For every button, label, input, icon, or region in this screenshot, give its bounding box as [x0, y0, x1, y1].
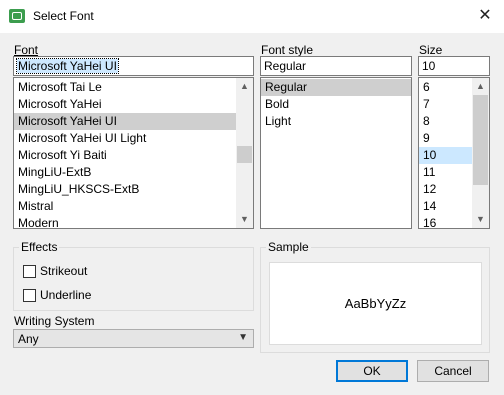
writing-system-value: Any: [18, 332, 39, 346]
font-list-scrollbar[interactable]: ▲ ▼: [236, 78, 253, 228]
font-list-item[interactable]: Mistral: [14, 198, 253, 215]
scroll-up-icon[interactable]: ▲: [472, 78, 489, 95]
scroll-thumb[interactable]: [473, 95, 488, 185]
scroll-thumb[interactable]: [237, 146, 252, 163]
writing-system-label: Writing System: [14, 314, 95, 328]
strikeout-checkbox[interactable]: [23, 265, 36, 278]
chevron-down-icon: ▼: [238, 332, 248, 343]
close-icon[interactable]: ✕: [474, 5, 496, 27]
scroll-up-icon[interactable]: ▲: [236, 78, 253, 95]
font-list-item[interactable]: MingLiU-ExtB: [14, 164, 253, 181]
font-list-item[interactable]: Microsoft YaHei: [14, 96, 253, 113]
ok-button[interactable]: OK: [336, 360, 408, 382]
app-icon: [9, 9, 25, 23]
style-list-item[interactable]: Light: [261, 113, 411, 130]
sample-preview: AaBbYyZz: [269, 262, 482, 345]
window-title: Select Font: [33, 9, 94, 23]
style-list-item[interactable]: Bold: [261, 96, 411, 113]
font-list[interactable]: Microsoft Tai Le Microsoft YaHei Microsoft…: [13, 77, 254, 229]
font-style-label: Font style: [261, 43, 314, 57]
font-list-item[interactable]: Microsoft YaHei UI Light: [14, 130, 253, 147]
size-label: Size: [419, 43, 443, 57]
cancel-button[interactable]: Cancel: [417, 360, 489, 382]
font-input[interactable]: Microsoft YaHei UI: [13, 56, 254, 76]
font-input-value: Microsoft YaHei UI: [16, 58, 119, 74]
underline-checkbox[interactable]: [23, 289, 36, 302]
font-style-list[interactable]: Regular Bold Light: [260, 77, 412, 229]
strikeout-label[interactable]: Strikeout: [40, 264, 87, 278]
style-list-item[interactable]: Regular: [261, 79, 411, 96]
writing-system-select[interactable]: Any ▼: [13, 329, 254, 348]
size-list-scrollbar[interactable]: ▲ ▼: [472, 78, 489, 228]
scroll-down-icon[interactable]: ▼: [472, 211, 489, 228]
font-label: Font: [14, 43, 38, 57]
size-input[interactable]: 10: [418, 56, 490, 76]
font-list-item[interactable]: MingLiU_HKSCS-ExtB: [14, 181, 253, 198]
font-list-item[interactable]: Microsoft Tai Le: [14, 79, 253, 96]
sample-text: AaBbYyZz: [344, 296, 407, 311]
underline-label[interactable]: Underline: [40, 288, 91, 302]
size-list[interactable]: 6 7 8 9 10 11 12 14 16 ▲ ▼: [418, 77, 490, 229]
font-style-input[interactable]: Regular: [260, 56, 412, 76]
font-list-item[interactable]: Microsoft YaHei UI: [14, 113, 253, 130]
sample-label: Sample: [266, 240, 311, 254]
effects-label: Effects: [19, 240, 60, 254]
font-list-item[interactable]: Modern: [14, 215, 253, 228]
font-label-text: Font: [14, 43, 39, 57]
scroll-down-icon[interactable]: ▼: [236, 211, 253, 228]
font-list-item[interactable]: Microsoft Yi Baiti: [14, 147, 253, 164]
